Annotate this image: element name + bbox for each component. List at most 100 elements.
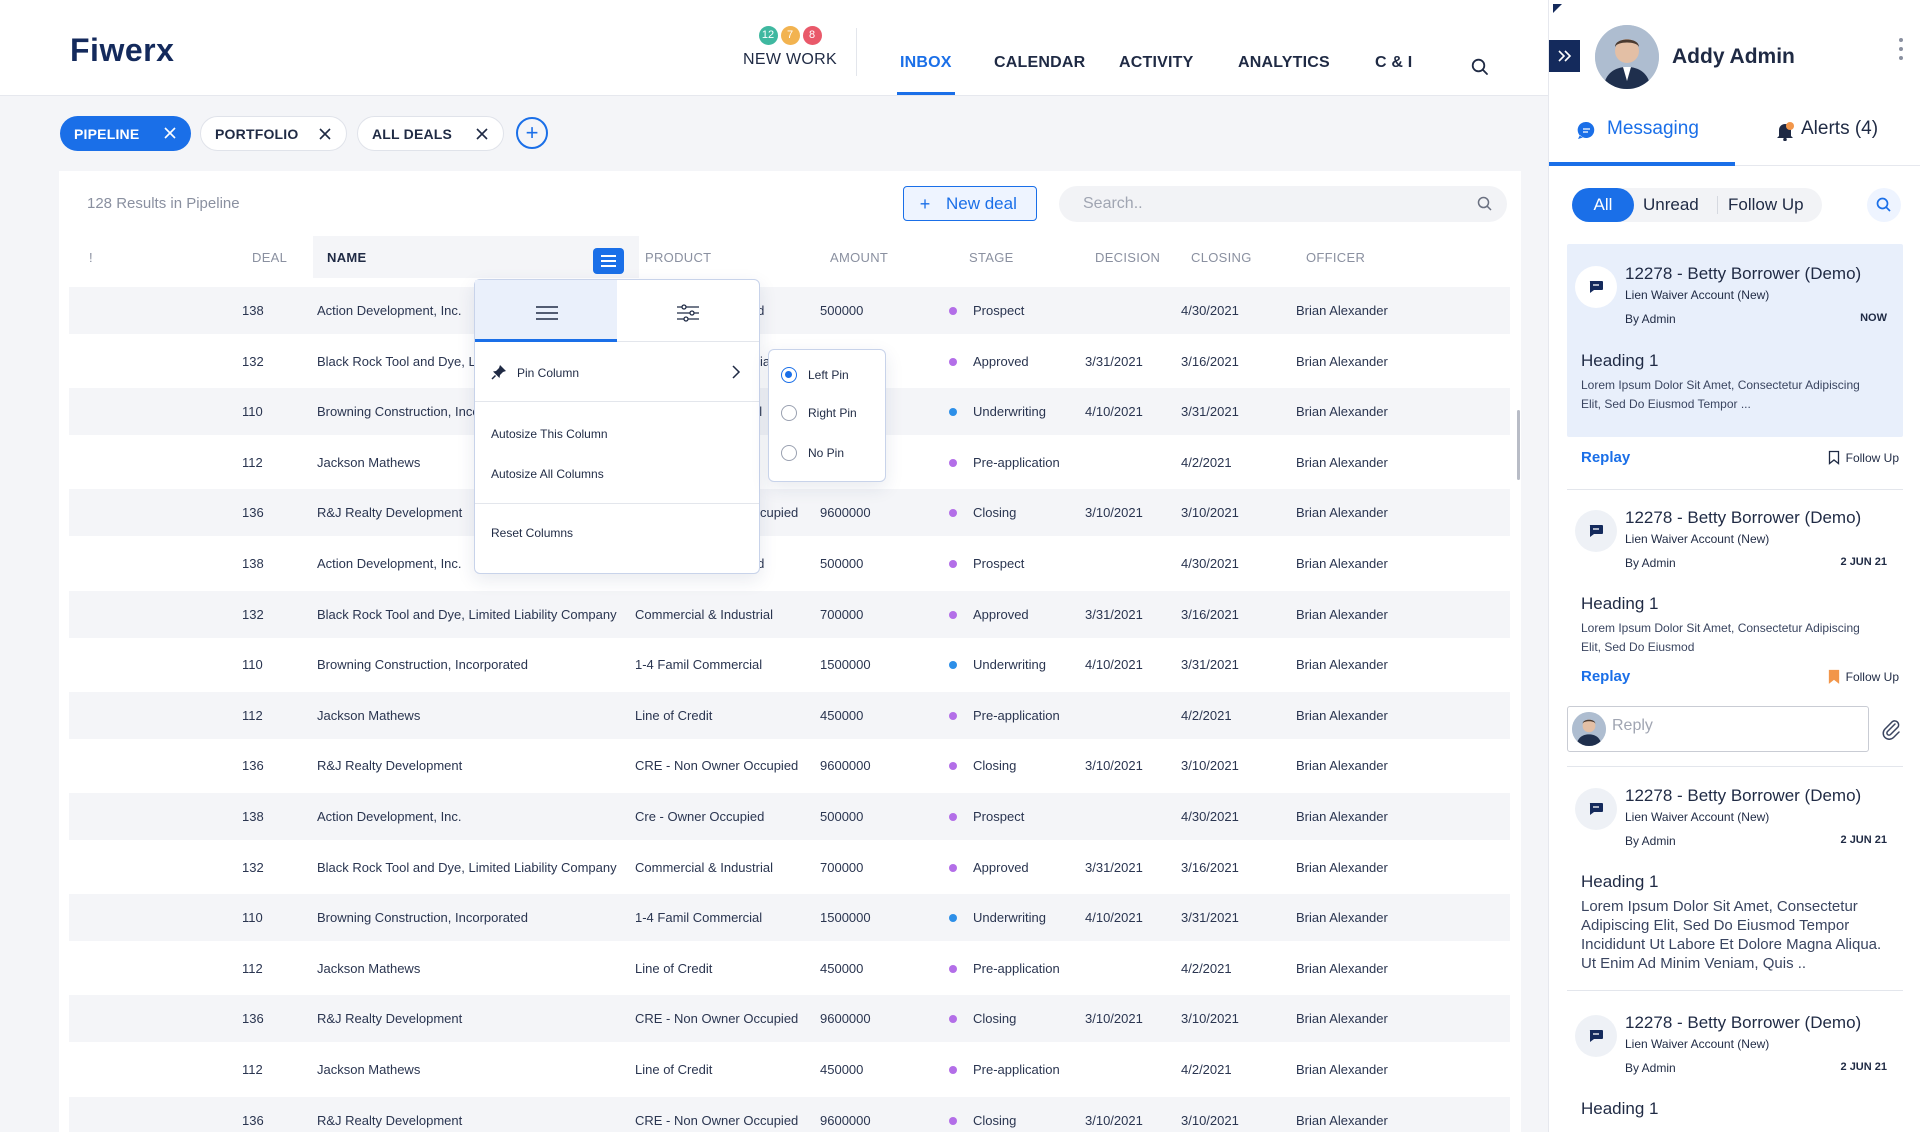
table-row[interactable]: 138Action Development, Inc.Cre - Owner O… (69, 793, 1510, 840)
col-header-stage[interactable]: STAGE (969, 243, 1014, 273)
cell-deal: 136 (242, 505, 264, 521)
stage-status-dot (949, 1066, 957, 1074)
reply-input[interactable] (1612, 717, 1852, 735)
cell-officer: Brian Alexander (1296, 556, 1388, 571)
table-row[interactable]: 132 Black Rock Tool and Dye, Limited Liab… (69, 844, 1510, 891)
table-row[interactable]: 112 Jackson Mathews Line of Credit 450000 Pr… (69, 691, 1510, 739)
close-icon[interactable] (475, 127, 489, 144)
table-row[interactable]: 136R&J Realty DevelopmentCRE - Non Owner… (69, 742, 1510, 789)
stage-status-dot (949, 813, 957, 821)
column-menu-tab-filter[interactable] (617, 280, 759, 342)
new-work-nav[interactable]: 12 7 8 NEW WORK (740, 26, 840, 69)
nav-inbox[interactable]: INBOX (900, 54, 952, 72)
cell-decision: 3/31/2021 (1085, 859, 1143, 875)
col-header-decision[interactable]: DECISION (1095, 243, 1160, 273)
cell-officer: Brian Alexander (1296, 1112, 1388, 1128)
search-input[interactable] (1059, 186, 1459, 222)
table-row[interactable]: 112 Jackson Mathews Line of Credit 450000 Pr… (69, 1046, 1510, 1093)
radio-selected[interactable] (781, 367, 797, 383)
col-header-flag[interactable]: ! (89, 243, 93, 273)
col-header-amount[interactable]: AMOUNT (830, 243, 888, 273)
search-icon[interactable] (1477, 196, 1493, 217)
collapse-sidebar-button[interactable] (1549, 40, 1580, 72)
table-row[interactable]: 112 Jackson Mathews Line of Credit 450000 Pr… (69, 945, 1510, 992)
table-row[interactable]: 136R&J Realty DevelopmentCRE - Non Owner… (69, 995, 1510, 1043)
replay-link[interactable]: Replay (1581, 449, 1630, 466)
table-scrollbar[interactable] (1517, 410, 1520, 480)
pin-option-right[interactable]: Right Pin (781, 403, 857, 423)
menu-item-autosize-column[interactable]: Autosize This Column (491, 427, 608, 441)
tab-alerts[interactable]: Alerts (4) (1801, 118, 1878, 140)
table-row[interactable]: 138Action Development, Inc.Cre - Owner O… (69, 540, 1510, 587)
cell-deal: 132 (242, 859, 264, 875)
menu-item-pin-column[interactable]: Pin Column (517, 366, 579, 380)
cell-officer: Brian Alexander (1296, 809, 1388, 824)
col-header-deal[interactable]: DEAL (252, 243, 287, 273)
message-body: Lorem Ipsum Dolor Sit Amet, Consectetur … (1581, 378, 1860, 411)
table-row[interactable]: 136R&J Realty DevelopmentCRE - Non Owner… (69, 489, 1510, 537)
paperclip-icon[interactable] (1880, 718, 1902, 745)
new-deal-button[interactable]: + New deal (903, 186, 1037, 221)
cell-deal: 136 (242, 1112, 264, 1128)
cell-amount: 1500000 (820, 910, 871, 926)
cell-name: Jackson Mathews (317, 707, 421, 723)
column-menu-button[interactable] (593, 248, 624, 274)
tab-messaging[interactable]: Messaging (1607, 118, 1699, 140)
badge-orange: 7 (780, 26, 800, 45)
stage-status-dot (949, 711, 957, 720)
col-header-name[interactable]: NAME (327, 243, 366, 273)
close-icon[interactable] (318, 127, 332, 144)
cell-name: Jackson Mathews (317, 1062, 421, 1077)
chip-all-deals[interactable]: ALL DEALS (357, 116, 504, 151)
menu-item-reset-columns[interactable]: Reset Columns (491, 526, 573, 540)
menu-item-autosize-all[interactable]: Autosize All Columns (491, 467, 604, 481)
deals-panel: 128 Results in Pipeline + New deal ! DEA… (59, 171, 1521, 1132)
message-card[interactable]: 12278 - Betty Borrower (Demo) Lien Waive… (1567, 244, 1903, 437)
table-row[interactable]: 110 Browning Construction, Incorporated 1-… (69, 894, 1510, 942)
avatar[interactable] (1595, 25, 1659, 89)
chip-portfolio[interactable]: PORTFOLIO (200, 116, 347, 151)
chip-pipeline[interactable]: PIPELINE (60, 116, 191, 151)
search-icon[interactable] (1471, 58, 1489, 81)
follow-up-toggle[interactable]: Follow Up (1828, 669, 1899, 684)
nav-c-and-i[interactable]: C & I (1375, 54, 1412, 72)
filter-divider (1717, 196, 1718, 214)
more-options-icon[interactable] (1899, 38, 1903, 65)
cell-stage: Underwriting (973, 404, 1046, 420)
message-title: 12278 - Betty Borrower (Demo) (1625, 508, 1862, 527)
table-row[interactable]: 138Action Development, Inc.Cre - Owner O… (69, 287, 1510, 334)
col-header-product[interactable]: PRODUCT (645, 243, 711, 273)
nav-analytics[interactable]: ANALYTICS (1238, 54, 1330, 72)
pin-icon (491, 364, 507, 385)
radio[interactable] (781, 405, 797, 421)
add-filter-button[interactable]: + (516, 117, 548, 149)
column-menu-tab-general[interactable] (475, 280, 617, 342)
message-card[interactable]: 12278 - Betty Borrower (Demo) Lien Waive… (1567, 767, 1903, 989)
cell-product: Line of Credit (635, 960, 713, 976)
message-heading: Heading 1 (1581, 872, 1659, 891)
nav-activity[interactable]: ACTIVITY (1119, 54, 1194, 72)
nav-calendar[interactable]: CALENDAR (994, 54, 1085, 72)
cell-amount: 9600000 (820, 1112, 871, 1128)
chevron-right-icon[interactable] (731, 364, 741, 385)
cell-name: Browning Construction, Incorporated (317, 910, 529, 926)
table-row[interactable]: 132 Black Rock Tool and Dye, Limited Liab… (69, 590, 1510, 638)
col-header-closing[interactable]: CLOSING (1191, 243, 1252, 273)
radio[interactable] (781, 445, 797, 461)
table-row[interactable]: 110 Browning Construction, Incorporated 1-… (69, 641, 1510, 688)
message-card[interactable]: 12278 - Betty Borrower (Demo) Lien Waive… (1567, 994, 1903, 1132)
message-search-button[interactable] (1867, 188, 1901, 222)
pin-option-none[interactable]: No Pin (781, 443, 844, 463)
follow-up-toggle[interactable]: Follow Up (1828, 450, 1899, 465)
filter-all[interactable]: All (1572, 188, 1634, 222)
filter-unread[interactable]: Unread (1643, 188, 1699, 222)
cell-decision: 3/10/2021 (1085, 758, 1143, 774)
table-row[interactable]: 136R&J Realty DevelopmentCRE - Non Owner… (69, 1096, 1510, 1132)
cell-closing: 3/31/2021 (1181, 657, 1239, 673)
col-header-officer[interactable]: OFFICER (1306, 243, 1365, 273)
filter-follow-up[interactable]: Follow Up (1728, 188, 1804, 222)
message-card[interactable]: 12278 - Betty Borrower (Demo) Lien Waive… (1567, 490, 1903, 690)
close-icon[interactable] (163, 126, 177, 143)
replay-link[interactable]: Replay (1581, 668, 1630, 685)
pin-option-left[interactable]: Left Pin (781, 365, 849, 385)
